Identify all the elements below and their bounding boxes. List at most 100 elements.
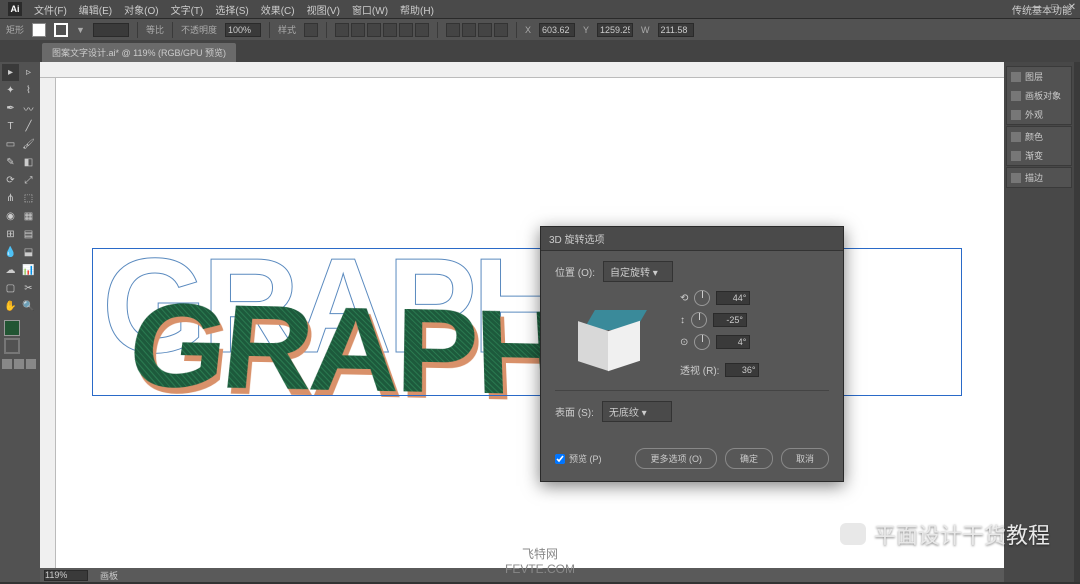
- line-tool[interactable]: ╱: [20, 118, 37, 135]
- lasso-tool[interactable]: ⌇: [20, 82, 37, 99]
- y-angle-input[interactable]: [713, 313, 747, 327]
- menu-file[interactable]: 文件(F): [34, 2, 67, 17]
- pathfinder-unite-icon[interactable]: [446, 23, 460, 37]
- position-select[interactable]: 自定旋转 ▾: [603, 261, 673, 282]
- cube-icon[interactable]: [578, 312, 638, 367]
- align-middle-icon[interactable]: [399, 23, 413, 37]
- axis-x-icon: ⟲: [680, 293, 688, 304]
- more-options-button[interactable]: 更多选项 (O): [635, 448, 717, 469]
- close-icon[interactable]: ✕: [1068, 2, 1076, 13]
- cube-preview[interactable]: [555, 290, 660, 380]
- menu-type[interactable]: 文字(T): [171, 2, 204, 17]
- direct-selection-tool[interactable]: ▹: [20, 64, 37, 81]
- w-input[interactable]: [658, 23, 694, 37]
- perspective-input[interactable]: [725, 363, 759, 377]
- fill-swatch[interactable]: [32, 23, 46, 37]
- magic-wand-tool[interactable]: ✦: [2, 82, 19, 99]
- panel-edge[interactable]: [1074, 62, 1080, 582]
- pathfinder-exclude-icon[interactable]: [494, 23, 508, 37]
- artboard[interactable]: GRAPHIC GRAPHIC GRAPHIC GRAPHIC: [56, 78, 1004, 568]
- stroke-dropdown[interactable]: ▼: [76, 25, 85, 35]
- pathfinder-minus-icon[interactable]: [462, 23, 476, 37]
- panel-color[interactable]: 颜色: [1007, 127, 1071, 146]
- cancel-button[interactable]: 取消: [781, 448, 829, 469]
- uniform-label[interactable]: 等比: [146, 23, 164, 36]
- opacity-input[interactable]: [225, 23, 261, 37]
- minimize-icon[interactable]: —: [1032, 2, 1042, 13]
- fill-stroke-control[interactable]: [2, 316, 38, 358]
- menu-object[interactable]: 对象(O): [124, 2, 158, 17]
- panel-appearance[interactable]: 外观: [1007, 105, 1071, 124]
- fill-color-icon[interactable]: [4, 320, 20, 336]
- shape-builder-tool[interactable]: ◉: [2, 208, 19, 225]
- stroke-width-input[interactable]: [93, 23, 129, 37]
- zoom-input[interactable]: [44, 570, 88, 581]
- mesh-tool[interactable]: ⊞: [2, 226, 19, 243]
- vertical-ruler[interactable]: [40, 78, 56, 568]
- gradient-tool[interactable]: ▤: [20, 226, 37, 243]
- menu-window[interactable]: 窗口(W): [352, 2, 388, 17]
- width-tool[interactable]: ⋔: [2, 190, 19, 207]
- menu-select[interactable]: 选择(S): [215, 2, 248, 17]
- selection-type-label: 矩形: [6, 23, 24, 36]
- brush-tool[interactable]: 🖌: [20, 136, 37, 153]
- blend-tool[interactable]: ⬓: [20, 244, 37, 261]
- shaper-tool[interactable]: ✎: [2, 154, 19, 171]
- eraser-tool[interactable]: ◧: [20, 154, 37, 171]
- menu-edit[interactable]: 编辑(E): [79, 2, 112, 17]
- artboard-nav-label[interactable]: 画板: [100, 569, 118, 582]
- style-dropdown-icon[interactable]: [304, 23, 318, 37]
- panel-gradient[interactable]: 渐变: [1007, 146, 1071, 165]
- z-angle-dial[interactable]: [694, 334, 710, 350]
- free-transform-tool[interactable]: ⬚: [20, 190, 37, 207]
- preview-checkbox-input[interactable]: [555, 454, 565, 464]
- surface-select[interactable]: 无底纹 ▾: [602, 401, 672, 422]
- type-tool[interactable]: T: [2, 118, 19, 135]
- x-angle-dial[interactable]: [694, 290, 710, 306]
- stroke-swatch[interactable]: [54, 23, 68, 37]
- maximize-icon[interactable]: □: [1052, 2, 1058, 13]
- eyedropper-tool[interactable]: 💧: [2, 244, 19, 261]
- align-center-icon[interactable]: [351, 23, 365, 37]
- menu-view[interactable]: 视图(V): [307, 2, 340, 17]
- color-mode-icon[interactable]: [2, 359, 12, 369]
- symbol-tool[interactable]: ☁: [2, 262, 19, 279]
- document-tab[interactable]: 图案文字设计.ai* @ 119% (RGB/GPU 预览): [42, 43, 236, 62]
- y-input[interactable]: [597, 23, 633, 37]
- dialog-title[interactable]: 3D 旋转选项: [541, 227, 843, 251]
- z-angle-input[interactable]: [716, 335, 750, 349]
- none-mode-icon[interactable]: [26, 359, 36, 369]
- pathfinder-group: [446, 23, 508, 37]
- curvature-tool[interactable]: 〰: [20, 100, 37, 117]
- panel-layers[interactable]: 图层: [1007, 67, 1071, 86]
- stroke-color-icon[interactable]: [4, 338, 20, 354]
- align-right-icon[interactable]: [367, 23, 381, 37]
- ok-button[interactable]: 确定: [725, 448, 773, 469]
- rotate-tool[interactable]: ⟳: [2, 172, 19, 189]
- y-angle-dial[interactable]: [691, 312, 707, 328]
- horizontal-ruler[interactable]: [40, 62, 1004, 78]
- slice-tool[interactable]: ✂: [20, 280, 37, 297]
- gradient-mode-icon[interactable]: [14, 359, 24, 369]
- hand-tool[interactable]: ✋: [2, 298, 19, 315]
- x-input[interactable]: [539, 23, 575, 37]
- graph-tool[interactable]: 📊: [20, 262, 37, 279]
- scale-tool[interactable]: ⤢: [20, 172, 37, 189]
- x-angle-input[interactable]: [716, 291, 750, 305]
- menu-effect[interactable]: 效果(C): [261, 2, 295, 17]
- artboard-tool[interactable]: ▢: [2, 280, 19, 297]
- pen-tool[interactable]: ✒: [2, 100, 19, 117]
- selection-tool[interactable]: ▸: [2, 64, 19, 81]
- align-top-icon[interactable]: [383, 23, 397, 37]
- align-bottom-icon[interactable]: [415, 23, 429, 37]
- panel-stroke[interactable]: 描边: [1007, 168, 1071, 187]
- perspective-tool[interactable]: ▦: [20, 208, 37, 225]
- panel-artboard-objects[interactable]: 画板对象: [1007, 86, 1071, 105]
- opacity-label: 不透明度: [181, 23, 217, 36]
- rectangle-tool[interactable]: ▭: [2, 136, 19, 153]
- align-left-icon[interactable]: [335, 23, 349, 37]
- menu-help[interactable]: 帮助(H): [400, 2, 434, 17]
- preview-checkbox[interactable]: 预览 (P): [555, 452, 602, 465]
- zoom-tool[interactable]: 🔍: [20, 298, 37, 315]
- pathfinder-intersect-icon[interactable]: [478, 23, 492, 37]
